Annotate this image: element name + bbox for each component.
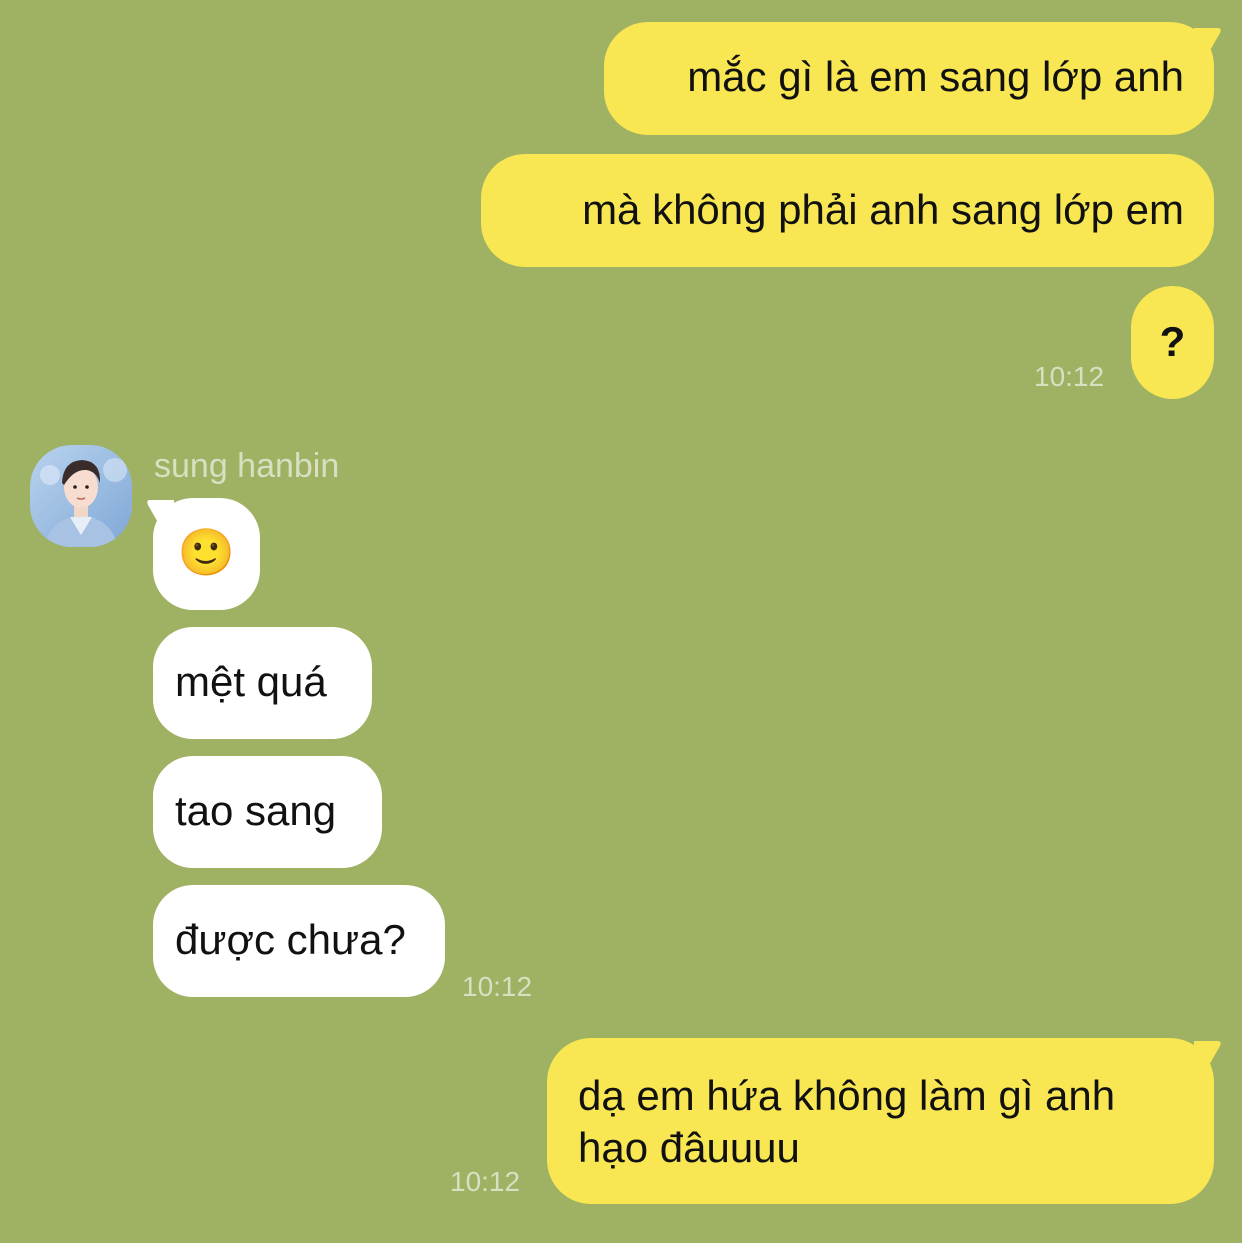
message-text-line: hạo đâuuuu	[578, 1124, 800, 1171]
outgoing-message-bubble[interactable]: mắc gì là em sang lớp anh	[604, 22, 1214, 135]
incoming-message-bubble[interactable]: mệt quá	[153, 627, 372, 739]
message-text: mệt quá	[175, 658, 327, 705]
outgoing-message-bubble[interactable]: ?	[1131, 286, 1214, 399]
message-text: tao sang	[175, 787, 337, 834]
message-timestamp: 10:12	[450, 1166, 521, 1197]
bubble-tail-icon	[1194, 28, 1221, 54]
sender-name: sung hanbin	[154, 447, 340, 485]
outgoing-message-bubble[interactable]: dạ em hứa không làm gì anh hạo đâuuuu	[547, 1038, 1214, 1204]
smiley-emoji-icon: 🙂	[177, 526, 236, 578]
incoming-message-bubble[interactable]: tao sang	[153, 756, 382, 868]
profile-photo-icon	[30, 445, 132, 547]
bubble-tail-icon	[1194, 1041, 1221, 1067]
message-text: mà không phải anh sang lớp em	[582, 186, 1184, 233]
incoming-message-bubble[interactable]: 🙂	[153, 498, 260, 610]
incoming-message-bubble[interactable]: được chưa?	[153, 885, 445, 997]
message-text-line: dạ em hứa không làm gì anh	[578, 1072, 1116, 1119]
outgoing-message-bubble[interactable]: mà không phải anh sang lớp em	[481, 154, 1214, 267]
message-timestamp: 10:12	[1034, 361, 1105, 392]
message-text: được chưa?	[175, 916, 406, 963]
message-timestamp: 10:12	[462, 971, 533, 1002]
message-text: mắc gì là em sang lớp anh	[687, 53, 1184, 100]
message-text: ?	[1159, 318, 1186, 365]
avatar[interactable]	[30, 445, 132, 547]
